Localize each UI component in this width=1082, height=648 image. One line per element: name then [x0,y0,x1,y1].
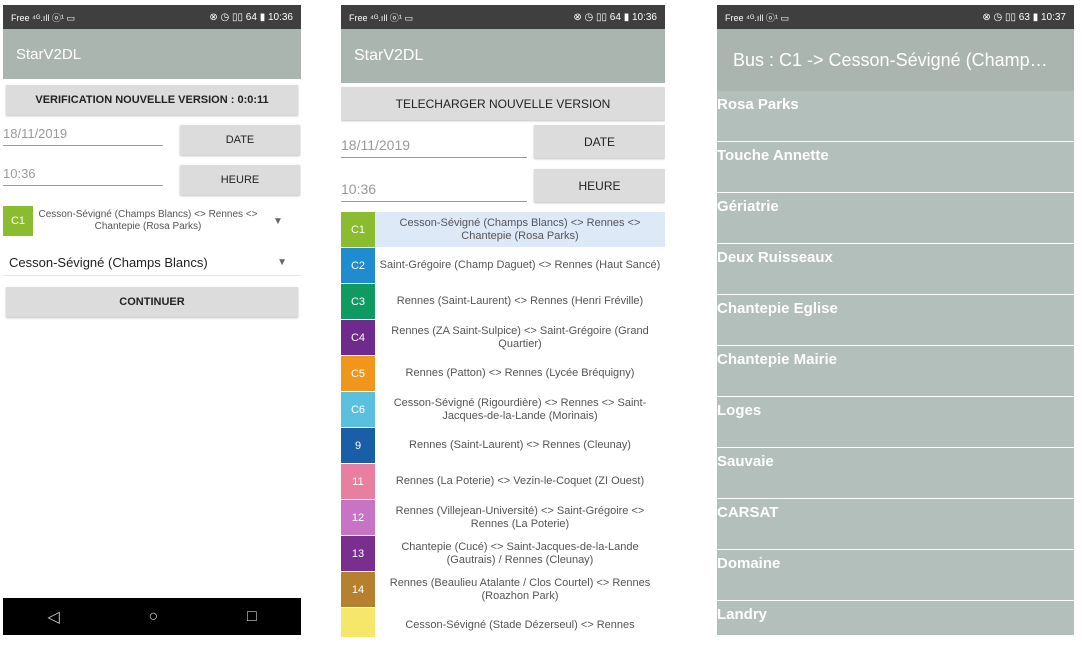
line-badge: C6 [341,392,375,427]
line-option[interactable]: 9 Rennes (Saint-Laurent) <> Rennes (Cleun… [341,428,665,464]
app-bar-title: Bus : C1 -> Cesson-Sévigné (Champ… [717,29,1074,91]
stop-list-item[interactable]: Deux Ruisseaux [717,244,1074,295]
line-option[interactable]: 14 Rennes (Beaulieu Atalante / Clos Court… [341,572,665,608]
line-option-label: Rennes (Saint-Laurent) <> Rennes (Henri … [396,295,644,307]
status-left: Free ⁴ᴳ.ıll ⓞ¹ ▭ [725,12,789,23]
stop-list-item[interactable]: Landry [717,601,1074,635]
stop-list-item[interactable]: Touche Annette [717,142,1074,193]
stop-list-item[interactable]: Sauvaie [717,448,1074,499]
stop-spinner[interactable]: Cesson-Sévigné (Champs Blancs) ▼ [3,249,301,276]
dropdown-caret-icon: ▼ [273,215,283,227]
line-badge [341,608,375,637]
stop-list-item[interactable]: Domaine [717,550,1074,601]
line-option-label: Rennes (Beaulieu Atalante / Clos Courtel… [389,576,651,602]
line-option[interactable]: 11 Rennes (La Poterie) <> Vezin-le-Coquet… [341,464,665,500]
line-option-label: Chantepie (Cucé) <> Saint-Jacques-de-la-… [401,540,639,566]
stop-list-item[interactable]: Chantepie Mairie [717,346,1074,397]
line-option[interactable]: C1 Cesson-Sévigné (Champs Blancs) <> Renn… [341,212,665,248]
line-option-label: Rennes (ZA Saint-Sulpice) <> Saint-Grégo… [391,324,649,350]
app-bar-title: StarV2DL [341,29,665,83]
date-input[interactable] [341,137,527,158]
phone-screen-main: Free ⁴ᴳ.ıll ⓞ¹ ▭ ⊗ ◷ ▯▯ 64 ▮ 10:36 StarV… [3,5,301,635]
line-option[interactable]: C4 Rennes (ZA Saint-Sulpice) <> Saint-Gré… [341,320,665,356]
date-row: DATE [3,125,301,155]
line-option-label: Rennes (La Poterie) <> Vezin-le-Coquet (… [395,475,645,487]
verify-version-button[interactable]: VERIFICATION NOUVELLE VERSION : 0:0:11 [6,85,298,115]
dropdown-caret-icon: ▼ [277,256,287,268]
status-left: Free ⁴ᴳ.ıll ⓞ¹ ▭ [11,12,75,23]
line-option-label: Saint-Grégoire (Champ Daguet) <> Rennes … [379,259,661,271]
home-icon[interactable]: ○ [148,608,158,626]
line-option-label: Rennes (Saint-Laurent) <> Rennes (Cleuna… [409,439,631,451]
phone-screen-stops: Free ⁴ᴳ.ıll ⓞ¹ ▭ ⊗ ◷ ▯▯ 63 ▮ 10:37 Bus :… [717,5,1074,635]
line-name: Cesson-Sévigné (Champs Blancs) <> Rennes… [38,209,258,232]
time-button[interactable]: HEURE [180,165,300,195]
line-badge: C2 [341,248,375,283]
line-option-label: Cesson-Sévigné (Champs Blancs) <> Rennes… [375,212,665,247]
stop-list-item[interactable]: Gériatrie [717,193,1074,244]
stop-list: Rosa Parks Touche Annette Gériatrie Deux Ru… [717,91,1074,635]
line-option[interactable]: Cesson-Sévigné (Stade Dézerseul) <> Renn… [341,608,665,637]
line-spinner[interactable]: C1 Cesson-Sévigné (Champs Blancs) <> Ren… [3,205,301,237]
date-button[interactable]: DATE [180,125,300,155]
line-badge: 13 [341,536,375,571]
line-option-label: Rennes (Villejean-Université) <> Saint-G… [395,504,645,530]
back-icon[interactable]: ◁ [47,607,59,627]
time-input[interactable] [341,181,527,202]
time-row: HEURE [3,165,301,195]
line-badge: 11 [341,464,375,499]
line-option[interactable]: C3 Rennes (Saint-Laurent) <> Rennes (Henr… [341,284,665,320]
status-right: ⊗ ◷ ▯▯ 64 ▮ 10:36 [209,11,293,23]
stop-list-item[interactable]: Rosa Parks [717,91,1074,142]
line-dropdown-list: C1 Cesson-Sévigné (Champs Blancs) <> Renn… [341,212,665,637]
line-option[interactable]: 13 Chantepie (Cucé) <> Saint-Jacques-de-l… [341,536,665,572]
line-option-label: Rennes (Patton) <> Rennes (Lycée Bréquig… [405,367,635,379]
status-bar: Free ⁴ᴳ.ıll ⓞ¹ ▭ ⊗ ◷ ▯▯ 64 ▮ 10:36 [3,5,301,29]
recent-apps-icon[interactable]: □ [247,608,257,626]
stop-list-item[interactable]: Loges [717,397,1074,448]
line-option-label: Cesson-Sévigné (Rigourdière) <> Rennes <… [393,396,647,422]
continue-button[interactable]: CONTINUER [6,287,298,317]
phone-screen-line-picker: Free ⁴ᴳ.ıll ⓞ¹ ▭ ⊗ ◷ ▯▯ 64 ▮ 10:36 StarV… [341,5,665,637]
status-bar: Free ⁴ᴳ.ıll ⓞ¹ ▭ ⊗ ◷ ▯▯ 63 ▮ 10:37 [717,5,1074,29]
line-option[interactable]: 12 Rennes (Villejean-Université) <> Saint… [341,500,665,536]
nav-bar: ◁ ○ □ [3,598,301,635]
time-row: HEURE [341,164,665,208]
line-badge: 14 [341,572,375,607]
status-left: Free ⁴ᴳ.ıll ⓞ¹ ▭ [349,12,413,23]
line-badge: C1 [341,212,375,247]
date-row: DATE [341,120,665,164]
line-option[interactable]: C5 Rennes (Patton) <> Rennes (Lycée Bréqu… [341,356,665,392]
line-badge: 9 [341,428,375,463]
app-bar-title: StarV2DL [3,29,301,79]
line-option[interactable]: C2 Saint-Grégoire (Champ Daguet) <> Renne… [341,248,665,284]
line-badge: C3 [341,284,375,319]
line-option-label: Cesson-Sévigné (Stade Dézerseul) <> Renn… [405,619,635,631]
line-badge: C1 [3,206,33,236]
stop-list-item[interactable]: Chantepie Eglise [717,295,1074,346]
status-right: ⊗ ◷ ▯▯ 64 ▮ 10:36 [573,11,657,23]
download-version-button[interactable]: TELECHARGER NOUVELLE VERSION [341,87,665,120]
date-button[interactable]: DATE [534,125,665,158]
line-badge: C4 [341,320,375,355]
line-badge: 12 [341,500,375,535]
status-right: ⊗ ◷ ▯▯ 63 ▮ 10:37 [982,11,1066,23]
status-bar: Free ⁴ᴳ.ıll ⓞ¹ ▭ ⊗ ◷ ▯▯ 64 ▮ 10:36 [341,5,665,29]
stop-list-item[interactable]: CARSAT [717,499,1074,550]
date-input[interactable] [3,126,163,146]
stop-name: Cesson-Sévigné (Champs Blancs) [9,254,208,270]
line-option[interactable]: C6 Cesson-Sévigné (Rigourdière) <> Rennes… [341,392,665,428]
time-button[interactable]: HEURE [534,169,665,202]
time-input[interactable] [3,166,163,186]
line-badge: C5 [341,356,375,391]
